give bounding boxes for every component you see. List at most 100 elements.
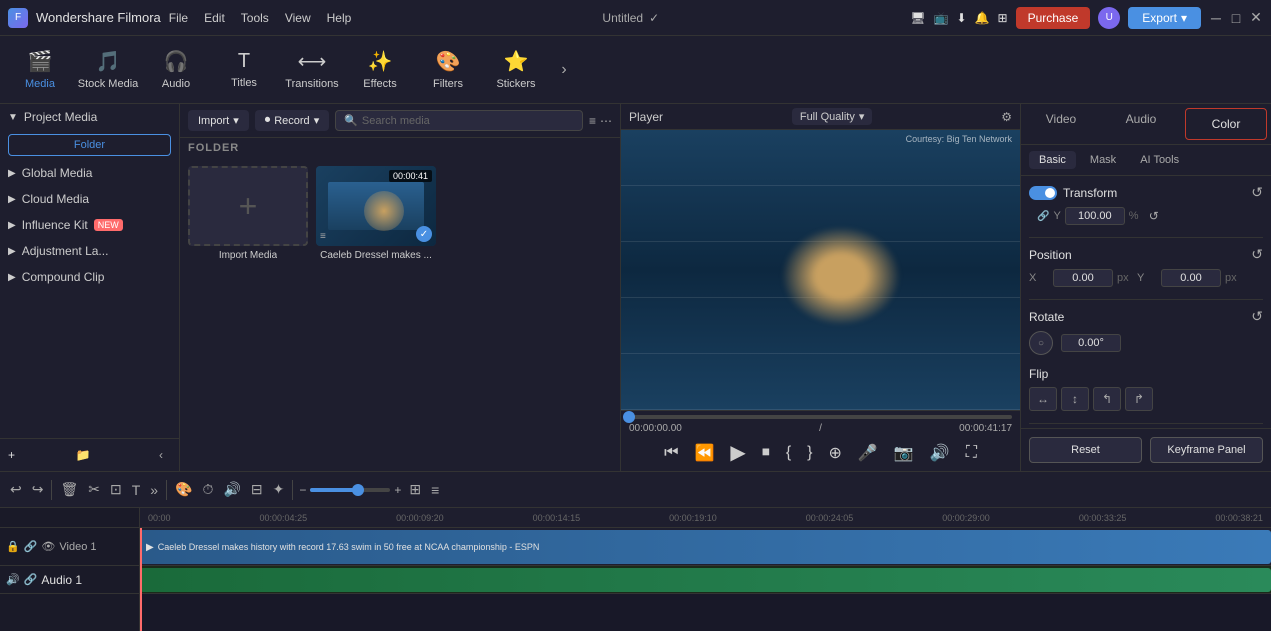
color-match-button[interactable]: 🎨 xyxy=(173,479,194,500)
record-button[interactable]: ⏺ Record ▾ xyxy=(255,110,330,131)
y-pos-input[interactable]: 0.00 xyxy=(1161,269,1221,287)
close-button[interactable]: ✕ xyxy=(1249,11,1263,25)
frame-back-button[interactable]: ⏪ xyxy=(691,441,719,465)
redo-button[interactable]: ↪ xyxy=(30,479,46,500)
subtab-ai-tools[interactable]: AI Tools xyxy=(1130,151,1189,169)
reset-button[interactable]: Reset xyxy=(1029,437,1142,463)
toolbar-filters[interactable]: 🎨 Filters xyxy=(416,41,480,99)
mark-out-button[interactable]: } xyxy=(803,442,816,464)
audio-duck-button[interactable]: 🔊 xyxy=(221,479,242,500)
purchase-button[interactable]: Purchase xyxy=(1016,7,1091,29)
import-thumb[interactable]: + xyxy=(188,166,308,246)
video-lock-icon[interactable]: 🔒 xyxy=(6,540,20,553)
video-clip[interactable]: ▶ Caeleb Dressel makes history with reco… xyxy=(140,530,1271,564)
project-media-section[interactable]: ▼ Project Media xyxy=(0,104,179,130)
export-button[interactable]: Export ▾ xyxy=(1128,7,1201,29)
collapse-button[interactable]: ‹ xyxy=(151,445,171,465)
influence-kit-section[interactable]: ▶ Influence Kit NEW xyxy=(0,212,179,238)
voiceover-button[interactable]: 🎤 xyxy=(854,441,882,465)
quality-selector[interactable]: Full Quality ▾ xyxy=(792,108,873,125)
video-link-icon[interactable]: 🔗 xyxy=(24,540,38,553)
zoom-handle[interactable] xyxy=(352,484,364,496)
speed-button[interactable]: ⏱ xyxy=(201,479,216,500)
rotate-reset-icon[interactable]: ↺ xyxy=(1251,308,1263,325)
video-eye-icon[interactable]: 👁 xyxy=(41,540,55,553)
subtab-mask[interactable]: Mask xyxy=(1080,151,1126,169)
maximize-button[interactable]: □ xyxy=(1229,11,1243,25)
video-track[interactable]: ▶ Caeleb Dressel makes history with reco… xyxy=(140,528,1271,566)
zoom-track[interactable] xyxy=(310,488,390,492)
toolbar-effects[interactable]: ✨ Effects xyxy=(348,41,412,99)
toolbar-titles[interactable]: T Titles xyxy=(212,41,276,99)
position-reset-icon[interactable]: ↺ xyxy=(1251,246,1263,263)
user-avatar[interactable]: U xyxy=(1098,7,1120,29)
undo-button[interactable]: ↩ xyxy=(8,479,24,500)
menu-edit[interactable]: Edit xyxy=(204,11,225,25)
menu-file[interactable]: File xyxy=(169,11,188,25)
player-settings-icon[interactable]: ⚙ xyxy=(1001,110,1012,124)
folder-button[interactable]: Folder xyxy=(8,134,171,156)
snapshot-button[interactable]: 📷 xyxy=(890,441,918,465)
add-folder-icon[interactable]: + xyxy=(8,448,15,462)
effects-button[interactable]: ✦ xyxy=(271,479,287,500)
adjustment-section[interactable]: ▶ Adjustment La... xyxy=(0,238,179,264)
rotate-value-input[interactable]: 0.00° xyxy=(1061,334,1121,352)
skip-back-button[interactable]: ⏮ xyxy=(660,442,682,464)
video-thumb[interactable]: 00:00:41 ≡ ✓ xyxy=(316,166,436,246)
x-pos-input[interactable]: 0.00 xyxy=(1053,269,1113,287)
play-button[interactable]: ▶ xyxy=(726,438,749,467)
subtitle-button[interactable]: ⊟ xyxy=(249,479,265,500)
toolbar-media[interactable]: 🎬 Media xyxy=(8,41,72,99)
tab-audio[interactable]: Audio xyxy=(1101,104,1181,144)
layout-button[interactable]: ≡ xyxy=(429,480,441,500)
audio-track[interactable] xyxy=(140,566,1271,594)
progress-handle[interactable] xyxy=(623,411,635,423)
filter-icon[interactable]: ≡ xyxy=(589,114,596,128)
text-button[interactable]: T xyxy=(130,480,143,500)
toolbar-transitions[interactable]: ⟷ Transitions xyxy=(280,41,344,99)
transform-toggle[interactable] xyxy=(1029,186,1057,200)
zoom-out-icon[interactable]: − xyxy=(299,483,306,497)
delete-button[interactable]: 🗑 xyxy=(58,479,80,500)
toolbar-stock-media[interactable]: 🎵 Stock Media xyxy=(76,41,140,99)
grid-button[interactable]: ⊞ xyxy=(407,479,423,500)
y-reset-icon[interactable]: ↺ xyxy=(1149,209,1159,223)
flip-v-button[interactable]: ↕ xyxy=(1061,387,1089,411)
toolbar-audio[interactable]: 🎧 Audio xyxy=(144,41,208,99)
global-media-section[interactable]: ▶ Global Media xyxy=(0,160,179,186)
folder-view-icon[interactable]: 📁 xyxy=(76,448,91,462)
audio-clip[interactable] xyxy=(140,568,1271,592)
more-icon[interactable]: ⋯ xyxy=(600,114,612,128)
import-media-item[interactable]: + Import Media xyxy=(188,166,308,261)
fullscreen-button[interactable]: ⛶ xyxy=(962,442,981,464)
minimize-button[interactable]: ─ xyxy=(1209,11,1223,25)
subtab-basic[interactable]: Basic xyxy=(1029,151,1076,169)
volume-button[interactable]: 🔊 xyxy=(926,441,954,465)
menu-view[interactable]: View xyxy=(285,11,311,25)
rotate-left-button[interactable]: ↰ xyxy=(1093,387,1121,411)
progress-bar[interactable] xyxy=(629,415,1012,419)
more-tools-button[interactable]: » xyxy=(148,480,160,500)
zoom-slider[interactable]: − + xyxy=(299,483,401,497)
y-value-input[interactable]: 100.00 xyxy=(1065,207,1125,225)
add-to-timeline-button[interactable]: ⊕ xyxy=(825,441,846,465)
timeline-ruler[interactable]: 00:00 00:00:04:25 00:00:09:20 00:00:14:1… xyxy=(140,508,1271,528)
rotate-right-button[interactable]: ↱ xyxy=(1125,387,1153,411)
video-clip-item[interactable]: 00:00:41 ≡ ✓ Caeleb Dressel makes ... xyxy=(316,166,436,261)
cut-button[interactable]: ✂ xyxy=(86,479,102,500)
flip-h-button[interactable]: ↔ xyxy=(1029,387,1057,411)
stop-button[interactable]: ⏹ xyxy=(758,442,774,464)
zoom-in-icon[interactable]: + xyxy=(394,483,401,497)
rotate-dial[interactable]: ○ xyxy=(1029,331,1053,355)
search-box[interactable]: 🔍 Search media xyxy=(335,110,583,131)
import-button[interactable]: Import ▾ xyxy=(188,110,249,131)
mark-in-button[interactable]: { xyxy=(782,442,795,464)
audio-link-icon[interactable]: 🔗 xyxy=(24,573,38,586)
playhead[interactable] xyxy=(140,528,142,631)
toolbar-more-button[interactable]: › xyxy=(552,58,576,82)
menu-tools[interactable]: Tools xyxy=(241,11,269,25)
keyframe-panel-button[interactable]: Keyframe Panel xyxy=(1150,437,1263,463)
crop-button[interactable]: ⊡ xyxy=(108,479,124,500)
tab-color[interactable]: Color xyxy=(1185,108,1267,140)
toolbar-stickers[interactable]: ⭐ Stickers xyxy=(484,41,548,99)
